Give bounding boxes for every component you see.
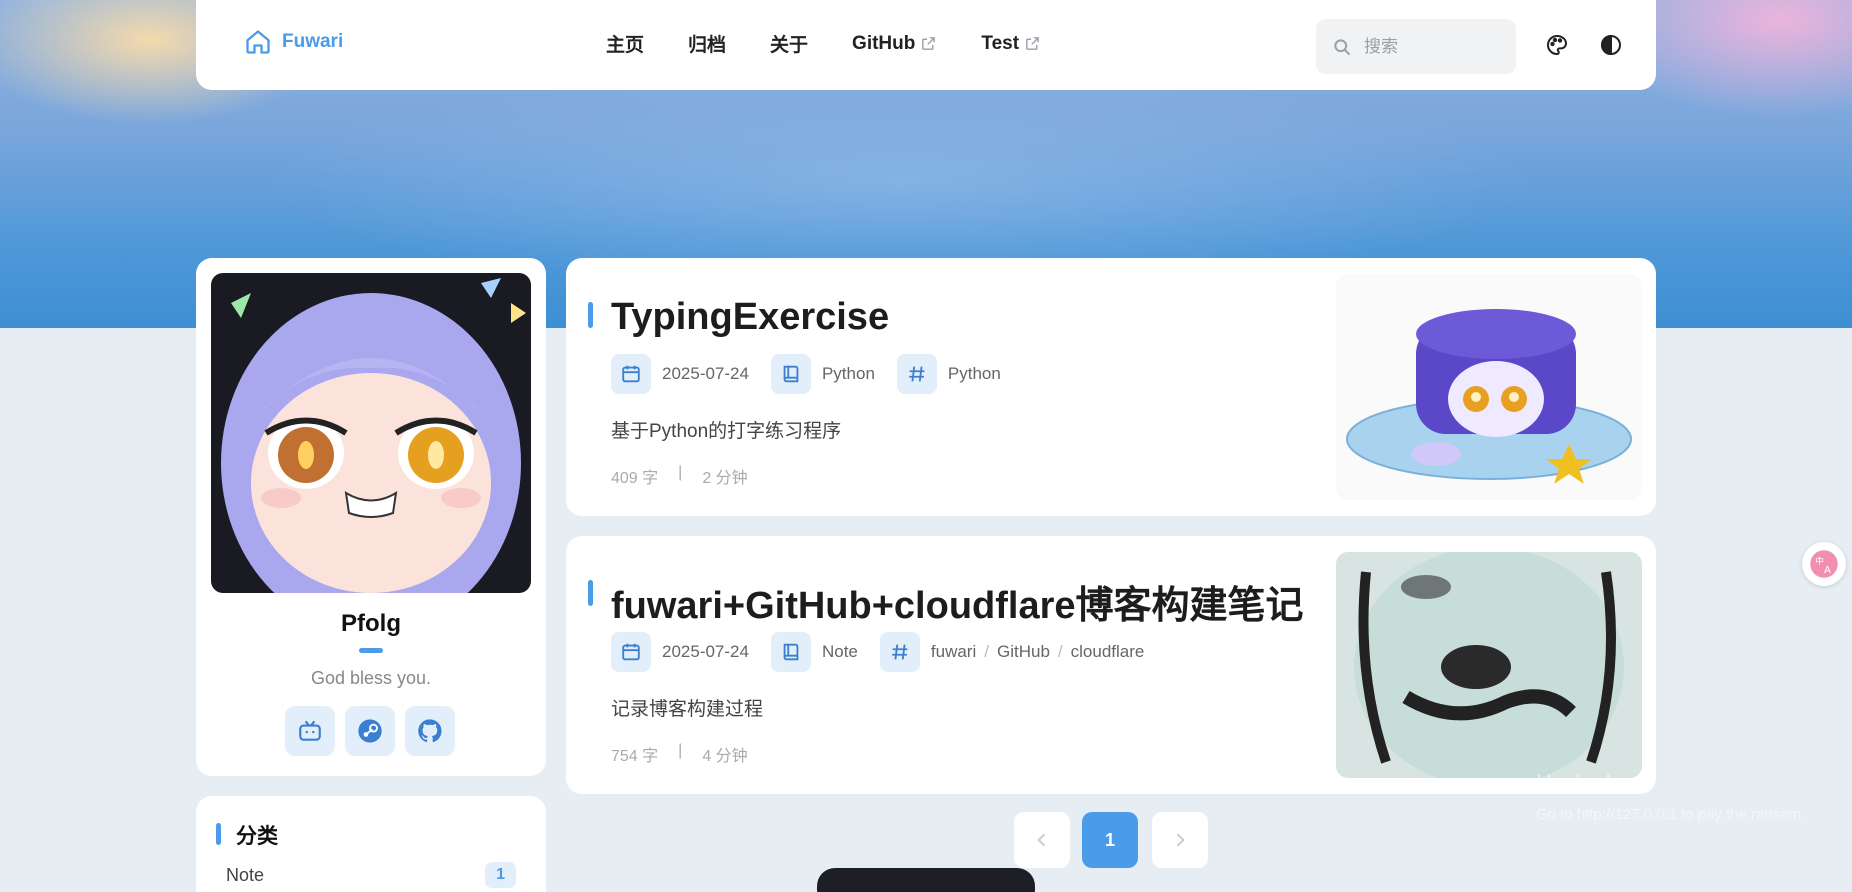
post-meta: 2025-07-24 Python Python <box>611 354 1023 394</box>
post-description: 记录博客构建过程 <box>611 699 764 720</box>
book-icon <box>770 632 811 672</box>
svg-text:中: 中 <box>1815 555 1824 567</box>
category-item[interactable]: Note 1 <box>226 862 516 888</box>
search-input[interactable] <box>1364 36 1494 57</box>
categories-title-bar <box>216 823 221 845</box>
external-link-icon <box>1026 37 1039 50</box>
nav-archive[interactable]: 归档 <box>688 30 726 57</box>
tag-separator: / <box>984 642 989 661</box>
read-time: 2 分钟 <box>702 470 748 487</box>
theme-color-button[interactable] <box>1542 30 1572 60</box>
prev-page-button[interactable] <box>1014 812 1070 868</box>
brand-link[interactable]: Fuwari <box>244 28 343 56</box>
post-title-bar <box>588 302 593 328</box>
post-meta: 2025-07-24 Note fuwari / GitHub / cloudf… <box>611 632 1166 672</box>
watermark-subtitle: Go to http://127.0.0.1 to pay the ransom… <box>1536 806 1806 823</box>
post-category[interactable]: Python <box>822 364 875 384</box>
tag-separator: / <box>1057 642 1063 661</box>
nav-test-label: Test <box>981 32 1020 54</box>
nav-github-label: GitHub <box>852 32 916 54</box>
post-category[interactable]: Note <box>822 642 858 662</box>
book-icon <box>770 354 811 394</box>
read-time: 4 分钟 <box>702 748 748 765</box>
palette-icon <box>1547 34 1568 56</box>
social-links <box>285 706 455 756</box>
nav-test[interactable]: Test <box>981 30 1041 57</box>
post-title-bar <box>588 580 593 606</box>
profile-bio: God bless you. <box>310 668 432 688</box>
watermark-title: Hacked <box>1536 770 1611 795</box>
steam-button[interactable] <box>345 706 395 756</box>
steam-icon <box>358 719 382 743</box>
home-icon <box>246 30 270 54</box>
post-date: 2025-07-24 <box>662 364 749 383</box>
nav-links: 主页 归档 关于 GitHub Test <box>606 30 1085 57</box>
github-icon <box>418 719 442 743</box>
nav-about[interactable]: 关于 <box>770 30 808 57</box>
post-stats: 409 字 | 2 分钟 <box>611 464 748 488</box>
post-title[interactable]: fuwari+GitHub+cloudflare博客构建笔记 <box>611 574 1304 629</box>
categories-title: 分类 <box>236 825 278 848</box>
stats-divider: | <box>678 464 683 481</box>
external-link-icon <box>922 37 936 50</box>
post-tag[interactable]: fuwari <box>931 642 976 662</box>
profile-card: Pfolg God bless you. <box>196 258 546 776</box>
nav-home-label: 主页 <box>606 35 645 56</box>
avatar <box>211 273 531 593</box>
translate-icon: 中A <box>1810 550 1838 578</box>
post-tag[interactable]: cloudflare <box>1071 642 1145 662</box>
nav-home[interactable]: 主页 <box>606 30 644 57</box>
dark-mode-button[interactable] <box>1596 30 1626 60</box>
taskbar-dock[interactable] <box>817 868 1035 892</box>
post-card[interactable]: TypingExercise 2025-07-24 Python Python … <box>566 258 1656 516</box>
post-cover-image[interactable] <box>1336 552 1642 778</box>
post-title[interactable]: TypingExercise <box>611 296 889 339</box>
hash-icon <box>879 632 920 672</box>
calendar-icon <box>611 354 651 394</box>
category-name: Note <box>226 864 265 885</box>
nav-github[interactable]: GitHub <box>852 30 937 57</box>
chevron-left-icon <box>1037 833 1046 847</box>
profile-name: Pfolg <box>341 610 401 637</box>
stats-divider: | <box>678 742 683 759</box>
navbar: Fuwari 主页 归档 关于 GitHub Test <box>196 0 1656 90</box>
post-stats: 754 字 | 4 分钟 <box>611 742 748 766</box>
next-page-button[interactable] <box>1152 812 1208 868</box>
search-icon <box>1334 38 1351 55</box>
svg-text:A: A <box>1824 565 1831 576</box>
word-count: 754 字 <box>611 748 659 765</box>
name-underline <box>359 648 383 653</box>
watermark-overlay: Hacked Go to http://127.0.0.1 to pay the… <box>1536 770 1805 823</box>
post-tag[interactable]: Python <box>948 364 1001 384</box>
translate-button[interactable]: 中A <box>1802 542 1846 586</box>
contrast-icon <box>1601 34 1621 56</box>
categories-card: 分类 Note 1 <box>196 796 546 892</box>
nav-archive-label: 归档 <box>688 35 727 56</box>
post-tag[interactable]: GitHub <box>997 642 1050 662</box>
search-box[interactable] <box>1316 19 1516 74</box>
brand-name: Fuwari <box>282 31 344 52</box>
chevron-right-icon <box>1176 833 1185 847</box>
page-button-current[interactable]: 1 <box>1082 812 1138 868</box>
nav-about-label: 关于 <box>770 35 809 56</box>
category-count: 1 <box>485 862 516 888</box>
word-count: 409 字 <box>611 470 659 487</box>
post-description: 基于Python的打字练习程序 <box>611 421 842 442</box>
hash-icon <box>896 354 937 394</box>
bilibili-button[interactable] <box>285 706 335 756</box>
post-date: 2025-07-24 <box>662 642 749 661</box>
bilibili-icon <box>299 720 321 741</box>
post-cover-image[interactable] <box>1336 274 1642 500</box>
post-card[interactable]: fuwari+GitHub+cloudflare博客构建笔记 2025-07-2… <box>566 536 1656 794</box>
calendar-icon <box>611 632 651 672</box>
github-button[interactable] <box>405 706 455 756</box>
